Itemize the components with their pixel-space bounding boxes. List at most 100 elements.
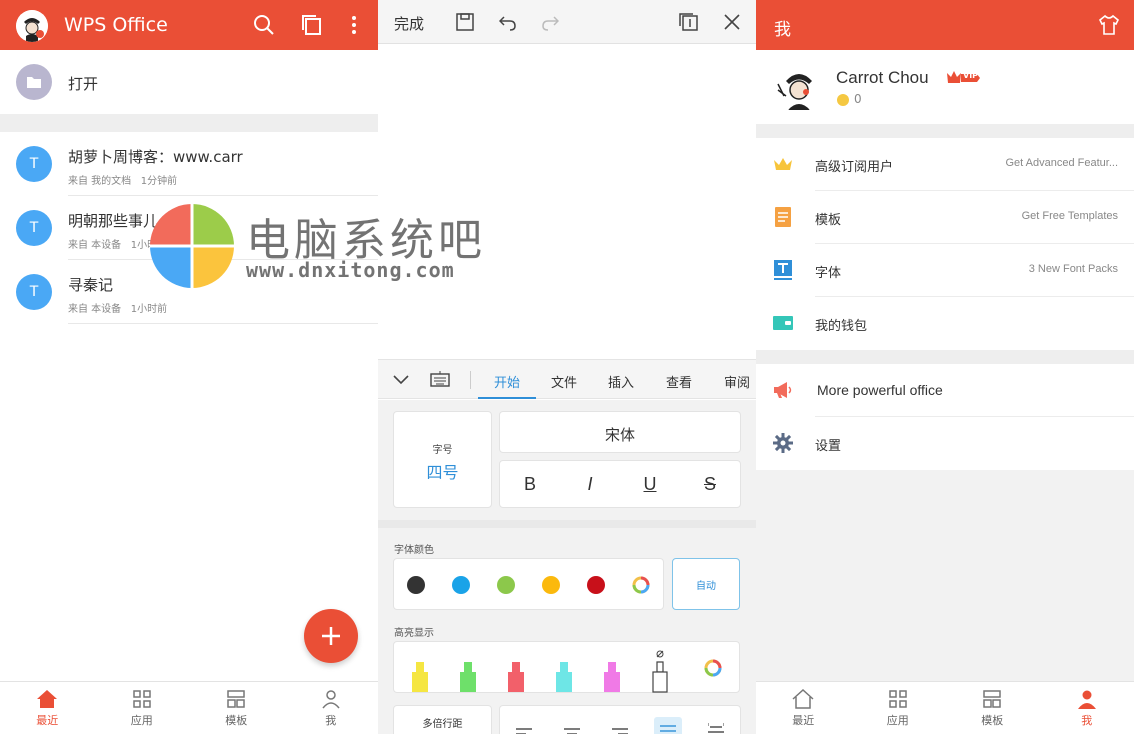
list-item[interactable]: T 寻秦记 来自 本设备 1小时前 xyxy=(0,260,378,324)
font-size-button[interactable]: 字号 四号 xyxy=(393,411,492,508)
nav-me[interactable]: 我 xyxy=(1040,682,1134,734)
open-file-row[interactable]: 打开 xyxy=(0,50,378,114)
menu-row-fonts[interactable]: 字体 3 New Font Packs xyxy=(756,244,1134,297)
template-icon xyxy=(983,689,1001,708)
me-screen: 我 Carrot Chou VIP 0 高级订阅用户 Get Advanced … xyxy=(756,0,1134,734)
line-spacing-label: 多倍行距 xyxy=(422,719,463,730)
file-meta: 来自 本设备 1小时前 xyxy=(68,300,167,315)
tab-home[interactable]: 开始 xyxy=(494,372,520,391)
row-label: More powerful office xyxy=(817,382,943,398)
menu-row-settings[interactable]: 设置 xyxy=(756,417,1134,470)
highlight-palette xyxy=(393,641,740,693)
nav-label: 应用 xyxy=(130,713,153,727)
document-canvas[interactable] xyxy=(378,44,756,358)
highlight-label: 高亮显示 xyxy=(394,628,434,639)
file-time: 1分钟前 xyxy=(140,176,178,187)
editor-top-bar: 完成 xyxy=(378,0,756,44)
tab-review[interactable]: 审阅 xyxy=(724,372,750,391)
menu-row-premium[interactable]: 高级订阅用户 Get Advanced Featur... xyxy=(756,138,1134,191)
file-name: 明朝那些事儿 xyxy=(68,212,159,230)
list-item[interactable]: T 明朝那些事儿 来自 本设备 1小时前 xyxy=(0,196,378,260)
profile-card[interactable]: Carrot Chou VIP 0 xyxy=(756,50,1134,124)
shirt-icon[interactable] xyxy=(1098,14,1120,40)
keyboard-icon[interactable] xyxy=(430,371,450,391)
save-icon[interactable] xyxy=(454,11,476,33)
chevron-down-icon[interactable] xyxy=(392,371,410,391)
color-swatch[interactable] xyxy=(497,576,515,594)
tab-insert[interactable]: 插入 xyxy=(608,372,634,391)
tab-view[interactable]: 查看 xyxy=(666,372,692,391)
file-source: 来自 我的文档 xyxy=(68,176,132,187)
bold-button[interactable]: B xyxy=(518,474,542,495)
align-left-icon[interactable] xyxy=(516,724,532,734)
new-document-button[interactable] xyxy=(304,609,358,663)
align-distribute-icon[interactable] xyxy=(707,722,725,734)
nav-templates[interactable]: 模板 xyxy=(945,682,1040,734)
search-icon[interactable] xyxy=(252,13,276,37)
highlight-marker[interactable] xyxy=(506,662,528,696)
color-swatch[interactable] xyxy=(542,576,560,594)
align-justify-icon[interactable] xyxy=(654,717,682,734)
home-icon xyxy=(37,689,58,708)
avatar[interactable] xyxy=(774,62,824,112)
file-time: 1小时前 xyxy=(130,304,168,315)
tab-file[interactable]: 文件 xyxy=(551,372,577,391)
nav-recent[interactable]: 最近 xyxy=(0,682,95,734)
font-name-selector[interactable]: 宋体 xyxy=(499,411,741,453)
color-swatch[interactable] xyxy=(452,576,470,594)
redo-icon[interactable] xyxy=(539,11,561,33)
vip-label: VIP xyxy=(963,71,979,80)
nav-apps[interactable]: 应用 xyxy=(95,682,190,734)
line-spacing-button[interactable]: 多倍行距 xyxy=(393,705,492,734)
row-label: 字体 xyxy=(815,266,842,281)
undo-icon[interactable] xyxy=(497,11,519,33)
menu-row-wallet[interactable]: 我的钱包 xyxy=(756,297,1134,350)
align-right-icon[interactable] xyxy=(612,724,628,734)
row-hint: 3 New Font Packs xyxy=(1028,263,1118,275)
align-center-icon[interactable] xyxy=(564,724,580,734)
nav-templates[interactable]: 模板 xyxy=(189,682,284,734)
highlight-marker[interactable] xyxy=(410,662,432,696)
nav-me[interactable]: 我 xyxy=(284,682,379,734)
file-name: 胡萝卜周博客：www.carr xyxy=(68,148,243,166)
auto-color-button[interactable]: 自动 xyxy=(672,558,740,610)
section-divider xyxy=(756,350,1134,364)
me-top-bar: 我 xyxy=(756,0,1134,50)
color-swatch[interactable] xyxy=(587,576,605,594)
underline-button[interactable]: U xyxy=(638,474,662,495)
page-title: 我 xyxy=(774,20,791,40)
list-item[interactable]: T 胡萝卜周博客：www.carr 来自 我的文档 1分钟前 xyxy=(0,132,378,196)
color-swatch[interactable] xyxy=(407,576,425,594)
highlight-marker[interactable] xyxy=(602,662,624,696)
no-highlight-marker[interactable] xyxy=(650,650,672,694)
font-size-value: 四号 xyxy=(426,463,459,482)
nav-label: 我 xyxy=(325,713,337,727)
highlight-marker[interactable] xyxy=(554,662,576,696)
multi-window-icon[interactable] xyxy=(300,13,324,37)
close-icon[interactable] xyxy=(721,11,743,33)
tab-separator xyxy=(470,371,471,389)
highlight-marker[interactable] xyxy=(458,662,480,696)
menu-row-templates[interactable]: 模板 Get Free Templates xyxy=(756,191,1134,244)
grid-icon xyxy=(889,689,907,708)
color-wheel-icon[interactable] xyxy=(632,576,650,594)
nav-recent[interactable]: 最近 xyxy=(756,682,851,734)
font-color-label: 字体颜色 xyxy=(394,545,434,556)
strikethrough-button[interactable]: S xyxy=(698,474,722,495)
font-color-palette xyxy=(393,558,664,610)
more-vertical-icon[interactable] xyxy=(342,13,366,37)
nav-label: 我 xyxy=(1081,713,1093,727)
nav-apps[interactable]: 应用 xyxy=(851,682,946,734)
open-label: 打开 xyxy=(68,75,99,93)
italic-button[interactable]: I xyxy=(578,474,602,495)
done-button[interactable]: 完成 xyxy=(394,13,424,34)
menu-row-promo[interactable]: More powerful office xyxy=(756,364,1134,417)
page-view-icon[interactable] xyxy=(678,11,700,33)
nav-label: 应用 xyxy=(886,713,909,727)
ribbon-tools: 字号 四号 宋体 B I U S 字体颜色 自动 高亮显示 多倍行距 xyxy=(378,400,756,734)
color-wheel-icon[interactable] xyxy=(704,659,722,677)
row-label: 设置 xyxy=(815,439,842,454)
file-meta: 来自 我的文档 1分钟前 xyxy=(68,172,177,187)
avatar[interactable] xyxy=(16,10,48,42)
file-name: 寻秦记 xyxy=(68,276,114,294)
